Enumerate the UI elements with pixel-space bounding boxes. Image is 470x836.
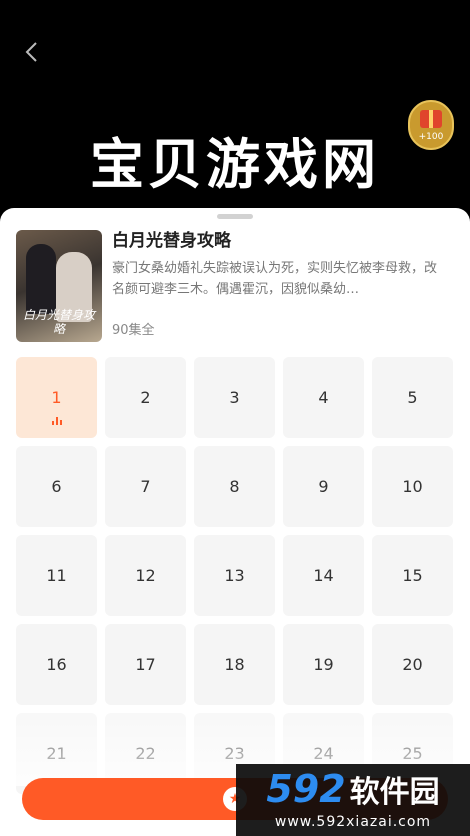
episode-number: 9: [318, 477, 329, 496]
episode-tile[interactable]: 4: [283, 357, 364, 438]
episode-tile[interactable]: 17: [105, 624, 186, 705]
episode-tile[interactable]: 2: [105, 357, 186, 438]
drama-cover-image: 白月光替身攻略: [16, 230, 102, 342]
episode-tile[interactable]: 16: [16, 624, 97, 705]
reward-badge[interactable]: +100: [408, 100, 454, 150]
episode-number: 12: [135, 566, 156, 585]
episode-number: 18: [224, 655, 245, 674]
episode-count: 90集全: [112, 323, 155, 338]
cover-title: 白月光替身攻略: [22, 308, 95, 336]
episode-number: 17: [135, 655, 156, 674]
episode-number: 1: [51, 388, 62, 407]
episode-number: 8: [229, 477, 240, 496]
episode-number: 14: [313, 566, 334, 585]
episode-number: 22: [135, 744, 156, 763]
episode-number: 20: [402, 655, 423, 674]
episode-number: 21: [46, 744, 67, 763]
episode-number: 2: [140, 388, 151, 407]
episode-tile[interactable]: 7: [105, 446, 186, 527]
episode-number: 7: [140, 477, 151, 496]
episode-tile[interactable]: 12: [105, 535, 186, 616]
chevron-left-icon: [25, 42, 37, 62]
episode-number: 11: [46, 566, 67, 585]
episode-tile[interactable]: 9: [283, 446, 364, 527]
reward-amount: +100: [418, 132, 444, 142]
drama-title: 白月光替身攻略: [112, 231, 231, 251]
video-area: 宝贝游戏网 +100: [0, 0, 470, 215]
episode-tile[interactable]: 18: [194, 624, 275, 705]
episode-number: 19: [313, 655, 334, 674]
now-playing-icon: [52, 417, 62, 425]
episode-number: 6: [51, 477, 62, 496]
episode-number: 4: [318, 388, 329, 407]
episode-number: 25: [402, 744, 423, 763]
episode-tile[interactable]: 20: [372, 624, 453, 705]
episode-tile[interactable]: 8: [194, 446, 275, 527]
gift-icon: [420, 110, 442, 128]
drama-description: 豪门女桑幼婚礼失踪被误认为死，实则失忆被李母救，改名颜可避李三木。偶遇霍沉，因貌…: [112, 261, 438, 297]
episode-tile[interactable]: 1: [16, 357, 97, 438]
episode-tile[interactable]: 10: [372, 446, 453, 527]
episode-number: 3: [229, 388, 240, 407]
site-watermark: 592 软件园 www.592xiazai.com: [236, 764, 470, 836]
episode-number: 10: [402, 477, 423, 496]
episode-number: 13: [224, 566, 245, 585]
episode-grid: 1 2 3 4 5 6 7 8 9 10 11 12 13 14 15 16 17 18 19 20 21 22 23 24 2…: [16, 357, 456, 794]
watermark-brand: 软件园: [349, 775, 440, 810]
episode-number: 16: [46, 655, 67, 674]
episode-number: 24: [313, 744, 334, 763]
drama-info: 白月光替身攻略 白月光替身攻略 豪门女桑幼婚礼失踪被误认为死，实则失忆被李母救，…: [16, 230, 456, 342]
watermark-url: www.592xiazai.com: [274, 814, 432, 830]
episode-tile[interactable]: 5: [372, 357, 453, 438]
episode-sheet: 白月光替身攻略 白月光替身攻略 豪门女桑幼婚礼失踪被误认为死，实则失忆被李母救，…: [0, 208, 470, 836]
episode-number: 5: [407, 388, 418, 407]
episode-tile[interactable]: 11: [16, 535, 97, 616]
episode-tile[interactable]: 13: [194, 535, 275, 616]
episode-number: 23: [224, 744, 245, 763]
episode-number: 15: [402, 566, 423, 585]
watermark-number: 592: [266, 767, 346, 811]
episode-tile[interactable]: 14: [283, 535, 364, 616]
back-button[interactable]: [18, 38, 44, 66]
sheet-handle[interactable]: [217, 214, 253, 219]
episode-tile[interactable]: 6: [16, 446, 97, 527]
episode-tile[interactable]: 3: [194, 357, 275, 438]
episode-tile[interactable]: 19: [283, 624, 364, 705]
banner-watermark-text: 宝贝游戏网: [90, 133, 380, 196]
episode-tile[interactable]: 15: [372, 535, 453, 616]
